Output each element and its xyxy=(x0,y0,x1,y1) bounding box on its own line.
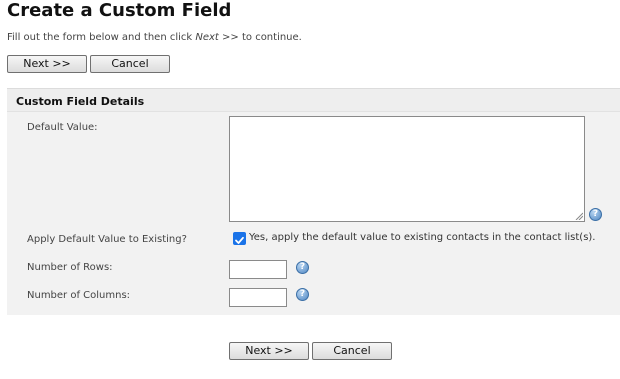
apply-existing-label: Apply Default Value to Existing? xyxy=(27,234,187,245)
intro-suffix: to continue. xyxy=(238,32,302,43)
panel-title: Custom Field Details xyxy=(16,95,145,108)
help-icon[interactable]: ? xyxy=(296,288,309,301)
default-value-textarea[interactable] xyxy=(229,116,585,222)
intro-text: Fill out the form below and then click N… xyxy=(7,32,302,43)
number-of-columns-input[interactable] xyxy=(229,288,287,307)
checkmark-icon xyxy=(235,236,244,244)
custom-field-details-panel: Custom Field Details Default Value: ? Ap… xyxy=(7,88,620,315)
intro-prefix: Fill out the form below and then click xyxy=(7,32,196,43)
apply-existing-checkbox[interactable] xyxy=(233,232,246,245)
next-button-bottom[interactable]: Next >> xyxy=(229,342,309,360)
page-title: Create a Custom Field xyxy=(7,0,232,21)
next-button-top[interactable]: Next >> xyxy=(7,55,87,73)
number-of-rows-input[interactable] xyxy=(229,260,287,279)
cancel-button-bottom[interactable]: Cancel xyxy=(312,342,392,360)
cancel-button-top[interactable]: Cancel xyxy=(90,55,170,73)
panel-header: Custom Field Details xyxy=(7,89,620,112)
resize-grip-icon[interactable] xyxy=(575,212,583,220)
apply-existing-checkbox-label[interactable]: Yes, apply the default value to existing… xyxy=(249,232,595,243)
number-of-rows-label: Number of Rows: xyxy=(27,262,113,273)
default-value-label: Default Value: xyxy=(27,122,98,133)
intro-emphasis: Next >> xyxy=(195,32,239,43)
help-icon[interactable]: ? xyxy=(296,261,309,274)
number-of-columns-label: Number of Columns: xyxy=(27,290,131,301)
help-icon[interactable]: ? xyxy=(589,208,602,221)
